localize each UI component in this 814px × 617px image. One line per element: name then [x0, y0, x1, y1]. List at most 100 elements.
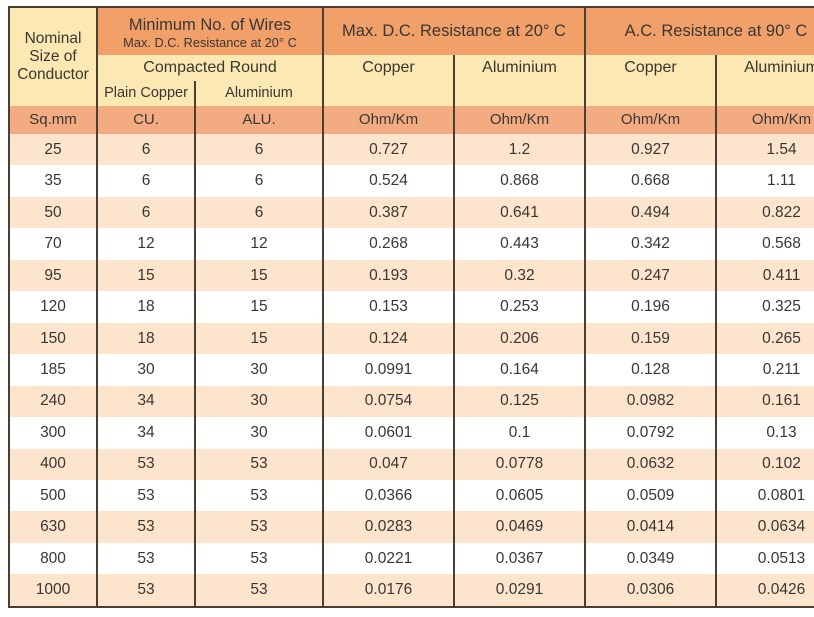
unit-ac-copper: Ohm/Km [584, 105, 718, 134]
cell-dc-copper: 0.193 [322, 259, 456, 292]
cell-size: 800 [8, 542, 98, 575]
table-header: Nominal Size of Conductor Minimum No. of… [8, 7, 814, 134]
table-row: 50 6 6 0.387 0.641 0.494 0.822 [8, 196, 814, 229]
cell-ac-copper: 0.0509 [584, 479, 718, 512]
table-body: 25 6 6 0.727 1.2 0.927 1.54 35 6 6 0.524 0.868 0.668… [8, 133, 814, 607]
cell-ac-copper: 0.159 [584, 322, 718, 355]
header-subsubgroup-row: Plain Copper Aluminium [9, 80, 814, 106]
cell-cu: 6 [96, 133, 196, 166]
cell-cu: 18 [96, 291, 196, 323]
cell-alu: 6 [193, 165, 325, 197]
cell-dc-copper: 0.727 [322, 133, 456, 166]
header-ac-copper-spacer [584, 80, 718, 106]
cell-size: 1000 [8, 574, 98, 607]
cell-dc-aluminium: 0.0291 [453, 574, 587, 607]
unit-alu: ALU. [193, 105, 325, 134]
cell-alu: 53 [193, 511, 325, 543]
cell-cu: 53 [96, 574, 196, 607]
header-ac-aluminium: Aluminium [715, 54, 814, 81]
cell-cu: 6 [96, 196, 196, 229]
header-ac-copper: Copper [584, 54, 718, 81]
cell-dc-aluminium: 0.641 [453, 196, 587, 229]
unit-cu: CU. [96, 105, 196, 134]
cell-ac-copper: 0.342 [584, 228, 718, 260]
cell-size: 500 [8, 479, 98, 512]
header-band-ac-resistance: A.C. Resistance at 90° C [584, 7, 814, 55]
cell-alu: 30 [193, 354, 325, 386]
cell-ac-copper: 0.927 [584, 133, 718, 166]
cell-ac-aluminium: 0.411 [715, 259, 814, 292]
cell-dc-aluminium: 0.0778 [453, 448, 587, 480]
cell-ac-aluminium: 0.161 [715, 385, 814, 418]
cell-cu: 18 [96, 322, 196, 355]
unit-dc-aluminium: Ohm/Km [453, 105, 587, 134]
cell-size: 185 [8, 354, 98, 386]
cell-ac-aluminium: 0.822 [715, 196, 814, 229]
cell-cu: 6 [96, 165, 196, 197]
cell-cu: 15 [96, 259, 196, 292]
cell-dc-aluminium: 1.2 [453, 133, 587, 166]
cell-dc-copper: 0.0176 [322, 574, 456, 607]
table-row: 300 34 30 0.0601 0.1 0.0792 0.13 [8, 417, 814, 449]
cell-dc-aluminium: 0.868 [453, 165, 587, 197]
cell-ac-copper: 0.0349 [584, 542, 718, 575]
cell-alu: 6 [193, 133, 325, 166]
cell-ac-aluminium: 0.0513 [715, 542, 814, 575]
cell-alu: 15 [193, 322, 325, 355]
cell-size: 400 [8, 448, 98, 480]
table-row: 1000 53 53 0.0176 0.0291 0.0306 0.0426 [8, 574, 814, 607]
cell-ac-copper: 0.0306 [584, 574, 718, 607]
cell-dc-copper: 0.0601 [322, 417, 456, 449]
cell-dc-aluminium: 0.1 [453, 417, 587, 449]
cell-dc-aluminium: 0.206 [453, 322, 587, 355]
header-band-title-ac: A.C. Resistance at 90° C [624, 22, 808, 40]
table-row: 70 12 12 0.268 0.443 0.342 0.568 [8, 228, 814, 260]
cell-alu: 53 [193, 574, 325, 607]
cell-dc-aluminium: 0.125 [453, 385, 587, 418]
header-ac-aluminium-spacer [715, 80, 814, 106]
header-band-title-wires: Minimum No. of Wires [128, 15, 292, 34]
cell-size: 70 [8, 228, 98, 260]
header-line-nominal: Nominal [24, 30, 82, 48]
cell-dc-copper: 0.0754 [322, 385, 456, 418]
unit-ac-aluminium: Ohm/Km [715, 105, 814, 134]
cell-alu: 30 [193, 417, 325, 449]
header-wires-plain-copper: Plain Copper [96, 80, 196, 106]
header-line-conductor: Conductor [17, 65, 89, 83]
cell-cu: 12 [96, 228, 196, 260]
cell-ac-aluminium: 0.325 [715, 291, 814, 323]
header-band-max-dc-resistance: Max. D.C. Resistance at 20° C [322, 7, 587, 55]
cell-dc-copper: 0.268 [322, 228, 456, 260]
cell-cu: 30 [96, 354, 196, 386]
cell-alu: 6 [193, 196, 325, 229]
cell-size: 50 [8, 196, 98, 229]
cell-ac-aluminium: 0.568 [715, 228, 814, 260]
cell-alu: 53 [193, 542, 325, 575]
header-dc-copper-spacer [322, 80, 456, 106]
cell-alu: 53 [193, 479, 325, 512]
resistance-spec-sheet: Nominal Size of Conductor Minimum No. of… [0, 0, 814, 617]
cell-cu: 53 [96, 448, 196, 480]
cell-ac-copper: 0.0792 [584, 417, 718, 449]
cell-alu: 15 [193, 259, 325, 292]
cell-ac-aluminium: 0.102 [715, 448, 814, 480]
cell-dc-copper: 0.524 [322, 165, 456, 197]
cell-alu: 53 [193, 448, 325, 480]
unit-size: Sq.mm [8, 105, 98, 134]
cell-cu: 34 [96, 385, 196, 418]
table-row: 800 53 53 0.0221 0.0367 0.0349 0.0513 [8, 542, 814, 575]
cell-cu: 53 [96, 542, 196, 575]
cell-size: 95 [8, 259, 98, 292]
cell-alu: 30 [193, 385, 325, 418]
cell-dc-aluminium: 0.0605 [453, 479, 587, 512]
cell-ac-copper: 0.0982 [584, 385, 718, 418]
cell-size: 240 [8, 385, 98, 418]
header-wires-aluminium: Aluminium [193, 80, 325, 106]
cell-ac-copper: 0.0414 [584, 511, 718, 543]
cell-ac-copper: 0.494 [584, 196, 718, 229]
cell-alu: 12 [193, 228, 325, 260]
cell-size: 25 [8, 133, 98, 166]
cell-size: 35 [8, 165, 98, 197]
header-group-row: Nominal Size of Conductor Minimum No. of… [8, 7, 814, 106]
header-nominal-size-of-conductor: Nominal Size of Conductor [8, 7, 98, 106]
